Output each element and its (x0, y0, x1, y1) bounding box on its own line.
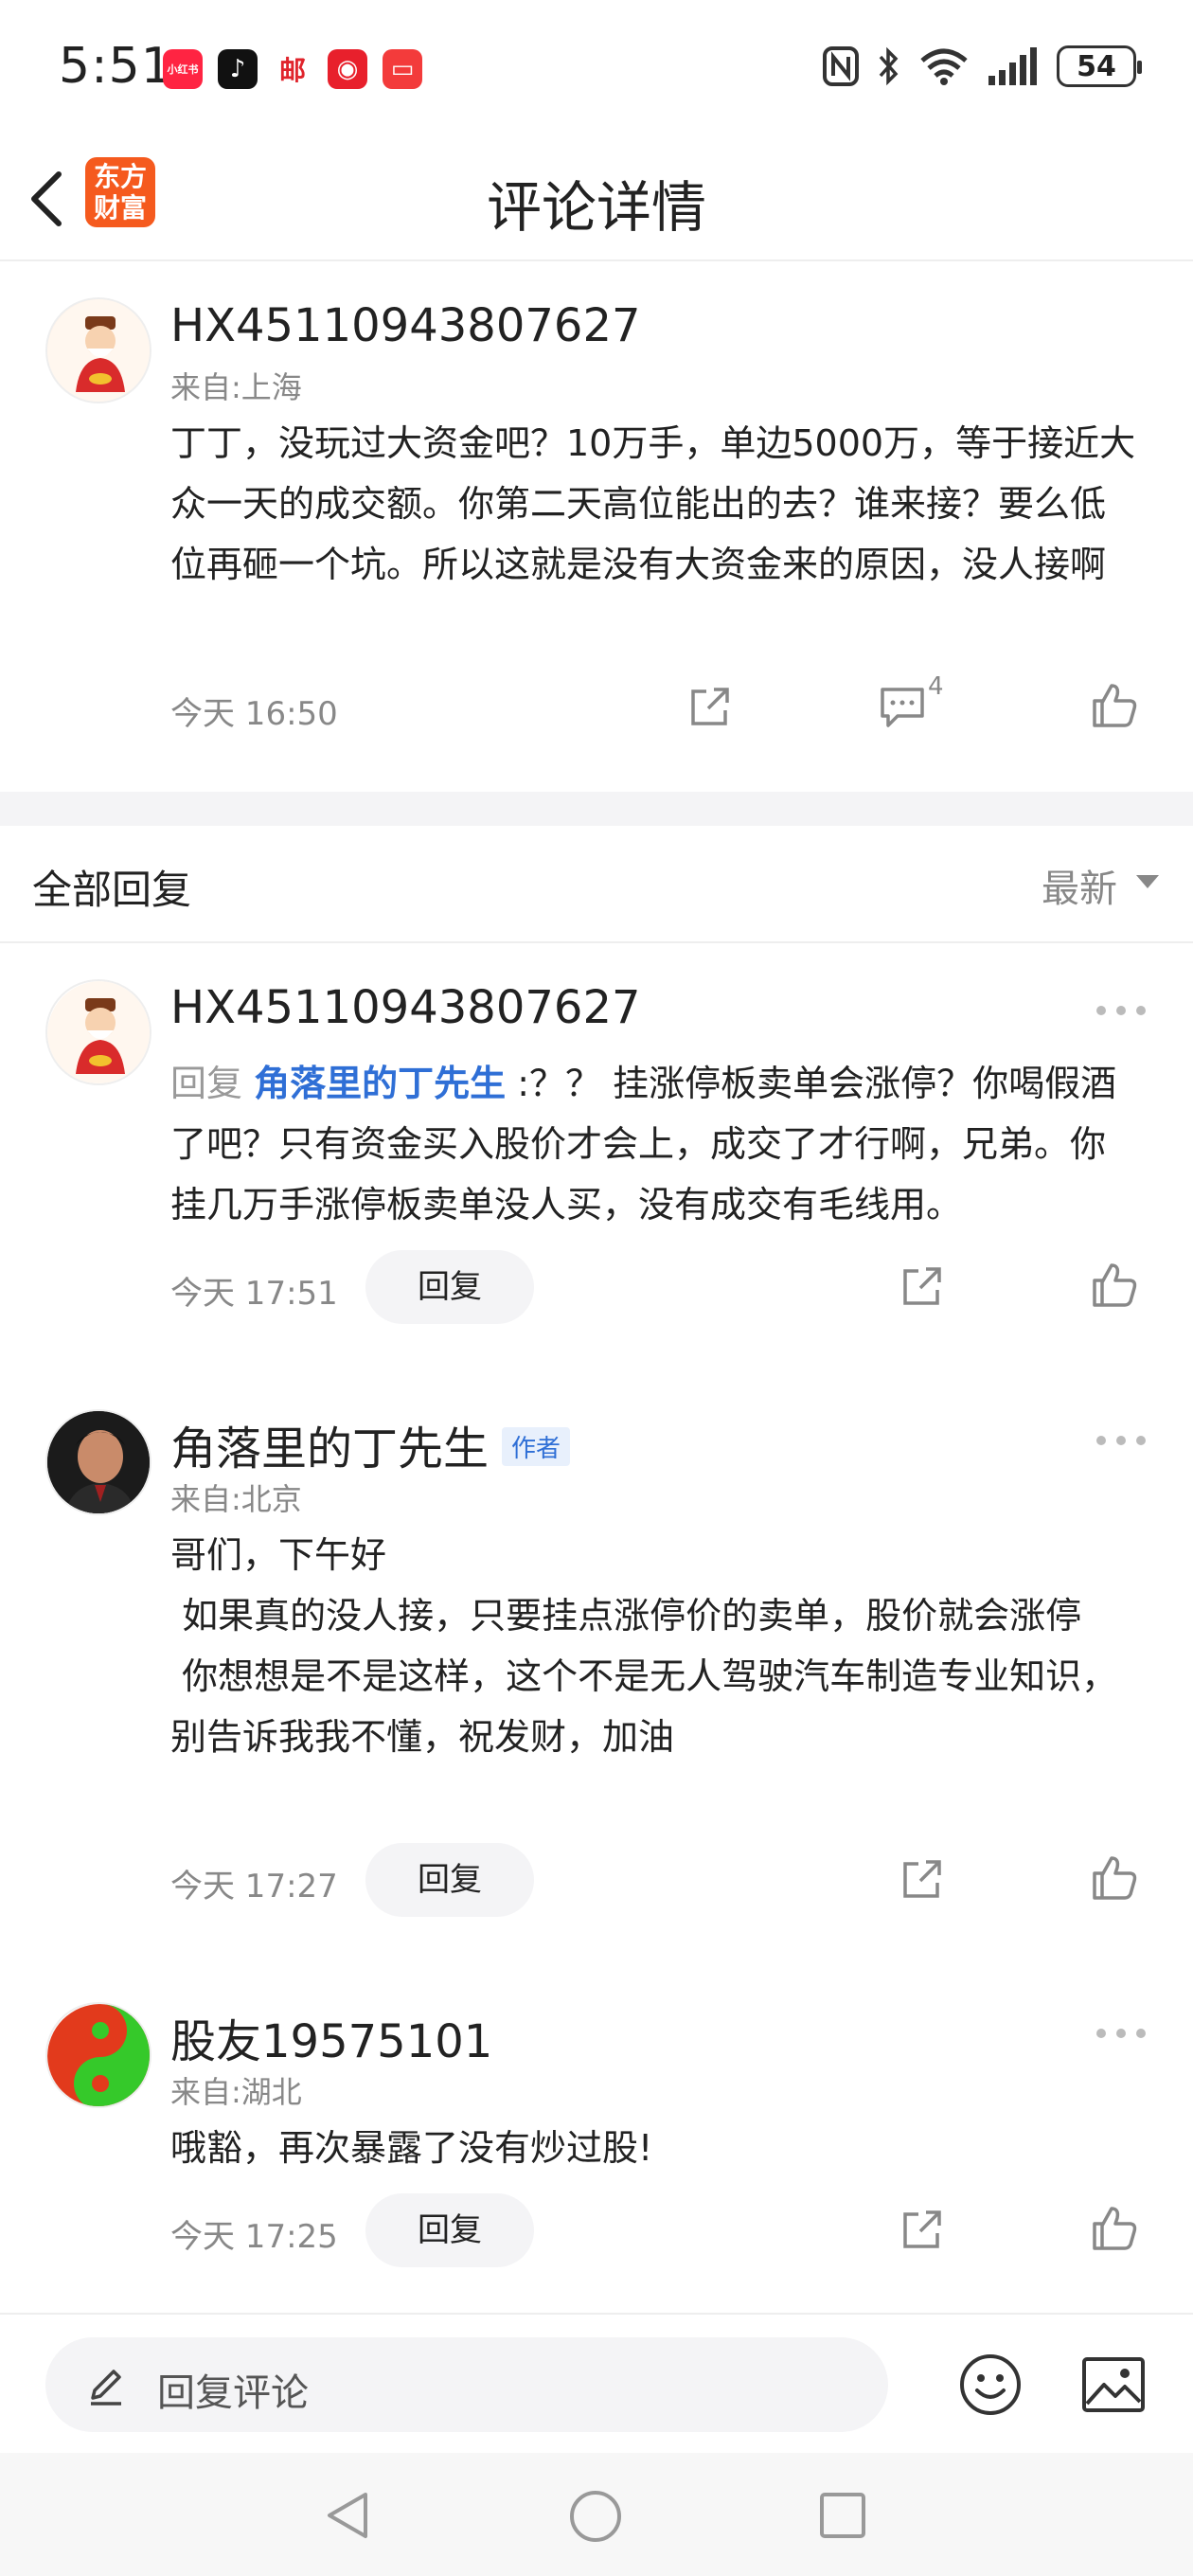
nav-home-icon[interactable] (568, 2489, 623, 2544)
caishen-avatar-icon (47, 981, 150, 1083)
comment-time: 今天 16:50 (170, 695, 338, 733)
emoji-icon[interactable] (958, 2352, 1023, 2417)
person-avatar-icon (47, 1411, 150, 1513)
reply-text-block: 哥们，下午好 如果真的没人接，只要挂点涨停价的卖单，股价就会涨停 你想想是不是这… (170, 1525, 1136, 1767)
yin-yang-avatar-icon (47, 2004, 150, 2106)
wifi-icon (920, 48, 968, 85)
status-indicators: 54 (822, 45, 1142, 87)
netease-music-icon: ◉ (328, 49, 367, 89)
reply-prefix: 回复 (170, 1063, 243, 1104)
reply-input-bar: 回复评论 (0, 2313, 1193, 2453)
reply-button[interactable]: 回复 (365, 1843, 534, 1917)
nav-back-icon[interactable] (322, 2489, 373, 2542)
douyin-icon: ♪ (218, 49, 258, 89)
battery-indicator: 54 (1057, 45, 1142, 87)
nfc-icon (823, 46, 859, 86)
comment-text: 丁丁，没玩过大资金吧？10万手，单边5000万，等于接近大众一天的成交额。你第二… (170, 422, 1136, 585)
comment-location: 来自:上海 (170, 369, 302, 405)
image-icon[interactable] (1081, 2356, 1146, 2413)
more-icon[interactable] (1095, 1434, 1148, 1447)
avatar[interactable] (45, 979, 151, 1085)
reply-author-line: 角落里的丁先生 作者 (170, 1411, 571, 1477)
comment-count: 4 (928, 672, 944, 701)
status-bar: 5:51 小红书 ♪ 邮 ◉ ▭ 54 (0, 0, 1193, 142)
pencil-icon (91, 2370, 121, 2406)
reply-button[interactable]: 回复 (365, 1250, 534, 1324)
status-time: 5:51 (59, 38, 173, 95)
reply-author[interactable]: HX45110943807627 (170, 981, 641, 1034)
reply-time: 今天 17:51 (170, 1275, 338, 1313)
share-icon[interactable] (687, 684, 733, 729)
notification-icons: 小红书 ♪ 邮 ◉ ▭ (163, 49, 422, 89)
comment-author[interactable]: HX45110943807627 (170, 299, 641, 352)
like-icon[interactable] (1091, 1261, 1138, 1309)
section-divider (0, 792, 1193, 826)
sort-dropdown[interactable]: 最新 (1042, 858, 1117, 913)
reply-text-line: 你想想是不是这样，这个不是无人驾驶汽车制造专业知识，别告诉我我不懂，祝发财，加油 (170, 1655, 1118, 1758)
share-icon[interactable] (899, 1856, 945, 1902)
bluetooth-icon (879, 46, 899, 86)
avatar[interactable] (45, 297, 151, 403)
reply-author[interactable]: 角落里的丁先生 (170, 1422, 489, 1476)
system-navigation-bar (0, 2453, 1193, 2576)
reply-time: 今天 17:25 (170, 2218, 338, 2256)
reply-text-line: 如果真的没人接，只要挂点涨停价的卖单，股价就会涨停 (170, 1595, 1082, 1637)
replies-header: 全部回复 最新 (0, 826, 1193, 943)
reply-author[interactable]: 股友19575101 (170, 2004, 492, 2070)
reply-target-link[interactable]: 角落里的丁先生 (254, 1063, 506, 1104)
reply-input-placeholder: 回复评论 (157, 2371, 309, 2415)
mail-icon: 邮 (273, 49, 312, 89)
caishen-avatar-icon (47, 299, 150, 402)
share-icon[interactable] (899, 1263, 945, 1309)
reply-text: 哦豁，再次暴露了没有炒过股! (170, 2127, 653, 2169)
comment-icon[interactable] (879, 684, 928, 729)
more-icon[interactable] (1095, 2027, 1148, 2040)
author-badge: 作者 (502, 1426, 571, 1466)
reply-text-block: 回复 角落里的丁先生 :？？ 挂涨停板卖单会涨停？你喝假酒了吧？只有资金买入股价… (170, 1053, 1136, 1235)
reply-location: 来自:北京 (170, 1481, 302, 1517)
share-icon[interactable] (899, 2207, 945, 2252)
all-replies-title: 全部回复 (32, 867, 192, 913)
reply-button[interactable]: 回复 (365, 2193, 534, 2267)
nav-recents-icon[interactable] (818, 2491, 867, 2540)
top-nav-bar: 东方 财富 评论详情 (0, 142, 1193, 261)
chevron-down-icon[interactable] (1136, 875, 1159, 888)
reply-time: 今天 17:27 (170, 1868, 338, 1905)
avatar[interactable] (45, 2002, 151, 2108)
like-icon[interactable] (1091, 682, 1138, 729)
xiaohongshu-icon: 小红书 (163, 49, 203, 89)
red-app-icon: ▭ (383, 49, 422, 89)
avatar[interactable] (45, 1409, 151, 1515)
reply-location: 来自:湖北 (170, 2074, 302, 2110)
reply-text-line: 哥们，下午好 (170, 1534, 387, 1576)
more-icon[interactable] (1095, 1004, 1148, 1017)
page-title: 评论详情 (486, 175, 706, 240)
signal-icon (988, 47, 1037, 85)
like-icon[interactable] (1091, 2205, 1138, 2252)
like-icon[interactable] (1091, 1854, 1138, 1902)
reply-comment-input[interactable]: 回复评论 (45, 2337, 888, 2432)
